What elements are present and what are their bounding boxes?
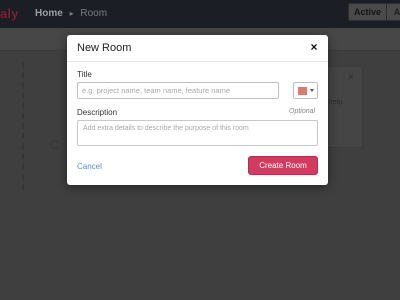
tab-all[interactable]: A [386, 3, 400, 21]
chevron-down-icon [310, 89, 314, 92]
dialog-header: New Room × [67, 35, 328, 62]
close-icon[interactable]: × [308, 40, 320, 54]
empty-state-text: C [50, 138, 59, 152]
tab-active[interactable]: Active [348, 3, 387, 21]
color-picker-dropdown[interactable] [293, 82, 318, 99]
title-input[interactable] [77, 82, 279, 99]
empty-state-outline [22, 62, 62, 190]
app-logo[interactable]: aly [0, 6, 19, 21]
breadcrumb: Home ▸ Room [35, 8, 107, 19]
title-label: Title [77, 70, 92, 79]
dialog-title: New Room [77, 42, 132, 54]
breadcrumb-home[interactable]: Home [35, 8, 63, 19]
notice-close-icon: × [348, 72, 354, 83]
color-swatch [298, 87, 307, 95]
description-label: Description [77, 108, 118, 117]
new-room-dialog: New Room × Title Description Optional Ca… [67, 35, 328, 185]
top-nav-bar: aly Home ▸ Room [0, 0, 400, 28]
optional-hint: Optional [289, 108, 316, 115]
cancel-link[interactable]: Cancel [77, 162, 102, 171]
description-input[interactable] [77, 120, 318, 146]
breadcrumb-current: Room [80, 8, 108, 19]
create-room-button[interactable]: Create Room [248, 156, 318, 175]
breadcrumb-separator-icon: ▸ [69, 9, 74, 18]
